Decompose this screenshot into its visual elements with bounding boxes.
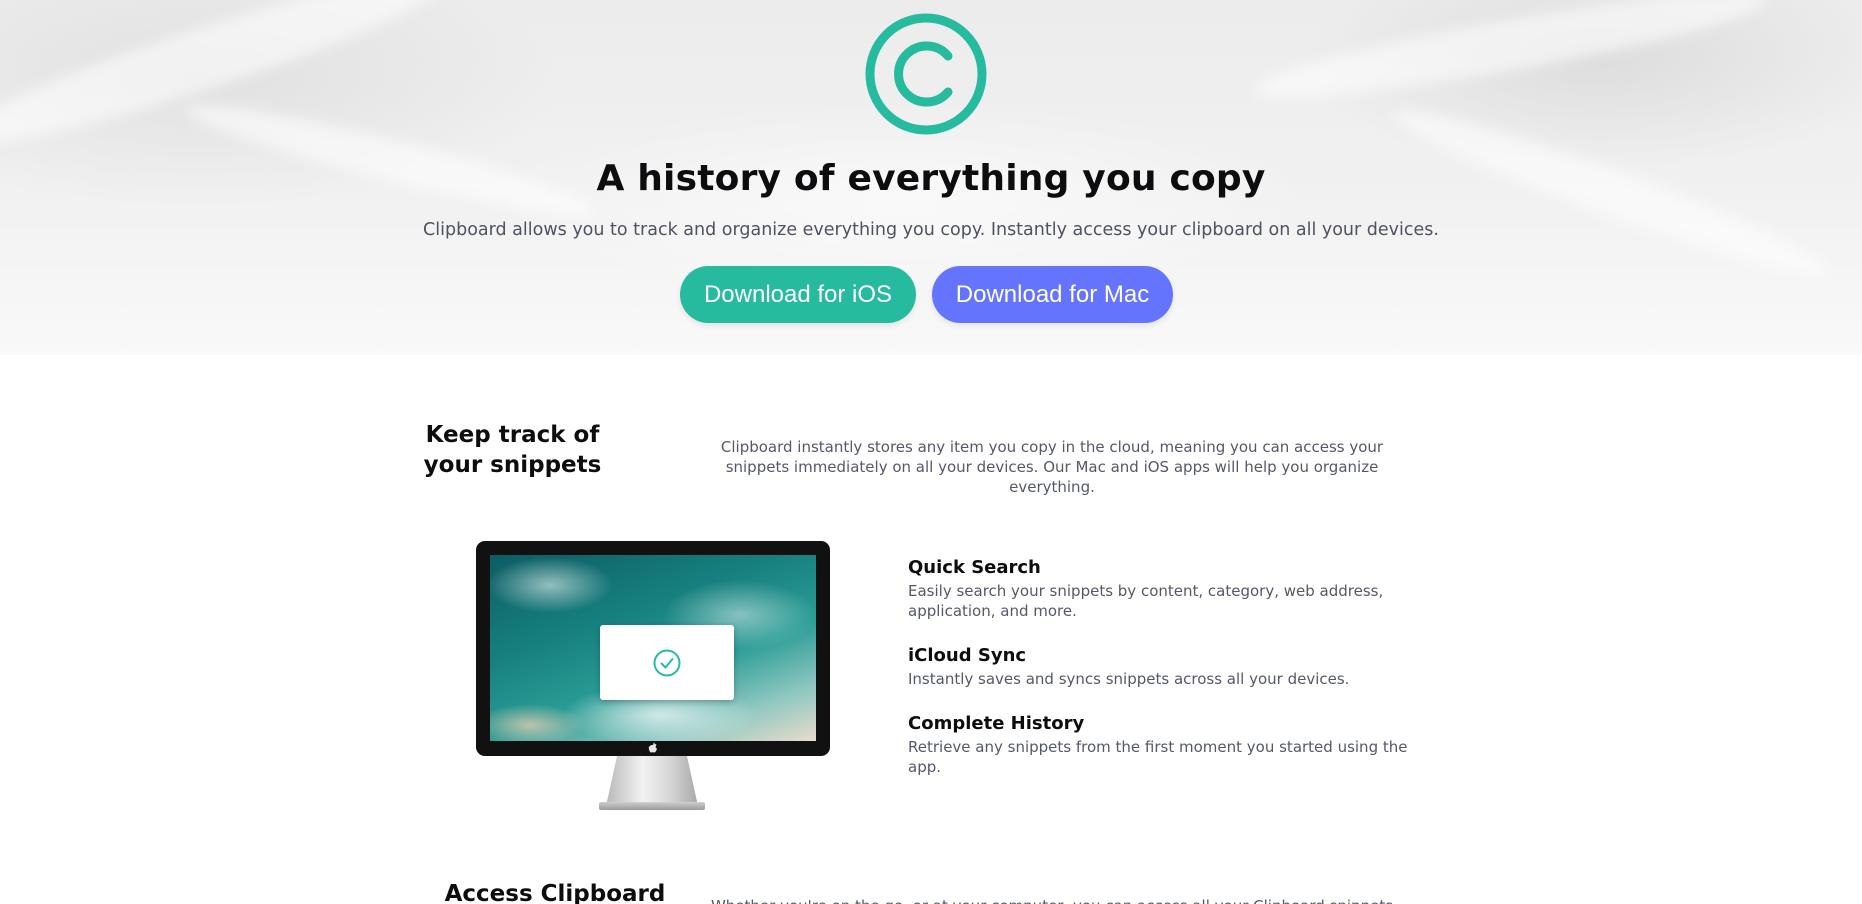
apple-logo-icon — [648, 742, 657, 753]
snippets-title-line: Keep track of — [425, 422, 600, 448]
feature-title: iCloud Sync — [908, 645, 1027, 666]
hero-subtitle: Clipboard allows you to track and organi… — [423, 220, 1439, 240]
access-description: Whether you're on the go, or at your com… — [690, 896, 1414, 904]
hero-title: A history of everything you copy — [596, 158, 1266, 199]
monitor-screen — [490, 555, 816, 741]
feature-icloud-sync: iCloud Sync Instantly saves and syncs sn… — [908, 645, 1408, 689]
checkmark-circle-icon — [653, 649, 681, 676]
snippets-description: Clipboard instantly stores any item you … — [720, 438, 1384, 496]
snippets-section-title: Keep track of your snippets — [420, 420, 605, 480]
feature-description: Easily search your snippets by content, … — [908, 582, 1384, 620]
clipboard-copyright-icon — [865, 13, 987, 135]
monitor-stand — [606, 756, 698, 806]
copied-confirmation-card — [600, 625, 734, 700]
feature-description: Instantly saves and syncs snippets acros… — [908, 670, 1350, 688]
background-texture — [1249, 0, 1771, 115]
monitor-stand-base — [599, 802, 705, 810]
feature-title: Quick Search — [908, 557, 1041, 578]
feature-complete-history: Complete History Retrieve any snippets f… — [908, 713, 1408, 777]
monitor-frame — [476, 541, 830, 756]
imac-illustration — [476, 541, 830, 811]
download-ios-button[interactable]: Download for iOS — [680, 266, 916, 323]
access-section-title: Access Clipboard — [444, 881, 666, 904]
download-mac-button[interactable]: Download for Mac — [932, 266, 1173, 323]
snippets-title-line: your snippets — [423, 452, 602, 478]
feature-title: Complete History — [908, 713, 1085, 734]
feature-quick-search: Quick Search Easily search your snippets… — [908, 557, 1408, 621]
feature-description: Retrieve any snippets from the first mom… — [908, 738, 1408, 776]
